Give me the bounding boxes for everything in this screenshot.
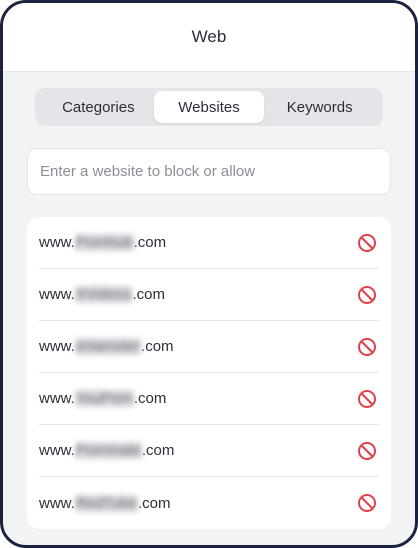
tab-categories[interactable]: Categories — [43, 91, 154, 123]
website-label: www. Pornmate .com — [39, 442, 174, 459]
website-suffix: .com — [132, 286, 165, 303]
website-name-blurred: YouPorn — [74, 390, 134, 407]
website-label: www. RedTube .com — [39, 494, 171, 512]
website-suffix: .com — [138, 494, 171, 512]
block-icon[interactable] — [357, 285, 377, 305]
website-name-blurred: Pornhub — [74, 234, 134, 251]
website-row: www. Pornmate .com — [39, 425, 379, 477]
header: Web — [3, 3, 415, 72]
website-list: www. Pornhub .com www. XVideos .com www. xHam… — [27, 217, 391, 529]
website-row: www. RedTube .com — [39, 477, 379, 529]
phone-frame: Web Categories Websites Keywords www.Por… — [0, 0, 418, 548]
website-prefix: www. — [39, 390, 75, 407]
website-prefix: www. — [39, 442, 75, 459]
website-label: www. Pornhub .com — [39, 234, 166, 251]
block-icon[interactable] — [357, 493, 377, 513]
website-prefix: www. — [39, 494, 75, 512]
website-input[interactable] — [40, 163, 378, 180]
website-suffix: .com — [141, 442, 175, 459]
website-label: www. xHamster .com — [39, 338, 174, 355]
website-row: www. YouPorn .com — [39, 373, 379, 425]
website-input-container — [27, 148, 391, 195]
website-suffix: .com — [133, 390, 167, 407]
website-name-blurred: XVideos — [74, 286, 133, 303]
website-row: www. XVideos .com — [39, 269, 379, 321]
block-icon[interactable] — [357, 337, 377, 357]
website-row: www. xHamster .com — [39, 321, 379, 373]
block-icon[interactable] — [357, 441, 377, 461]
tab-bar: Categories Websites Keywords — [35, 88, 383, 126]
website-name-blurred: Pornmate — [74, 442, 142, 459]
block-icon[interactable] — [357, 233, 377, 253]
website-prefix: www. — [39, 234, 75, 251]
tab-websites[interactable]: Websites — [153, 91, 265, 123]
website-name-blurred: RedTube — [74, 494, 138, 512]
website-label: www. YouPorn .com — [39, 390, 166, 407]
website-label: www. XVideos .com — [39, 286, 165, 303]
block-icon[interactable] — [357, 389, 377, 409]
website-prefix: www. — [39, 286, 75, 303]
tab-keywords[interactable]: Keywords — [264, 91, 375, 123]
website-name-blurred: xHamster — [74, 338, 142, 355]
website-prefix: www. — [39, 338, 75, 355]
website-suffix: .com — [133, 234, 167, 251]
website-suffix: .com — [141, 338, 174, 355]
page-title: Web — [191, 27, 227, 46]
content: Categories Websites Keywords www.Pornhub… — [3, 72, 415, 529]
website-row: www. Pornhub .com — [39, 217, 379, 269]
